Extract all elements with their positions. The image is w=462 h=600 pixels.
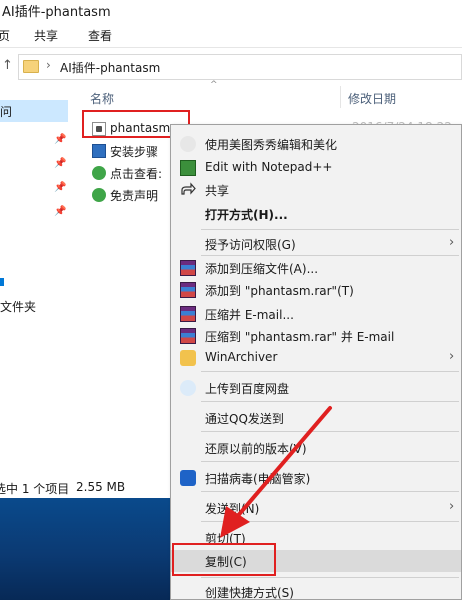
menu-item-send-qq[interactable]: 通过QQ发送到 <box>171 407 461 429</box>
title-bar: AI插件-phantasm <box>0 0 462 22</box>
menu-separator <box>201 491 459 492</box>
status-bar: 选中 1 个项目 2.55 MB <box>0 476 180 498</box>
menu-item-open-with[interactable]: 打开方式(H)... <box>171 203 461 225</box>
winarchiver-icon <box>180 350 196 366</box>
menu-item-label: WinArchiver <box>205 350 278 364</box>
column-header-name[interactable]: 名称 <box>90 90 114 107</box>
status-size: 2.55 MB <box>76 480 126 494</box>
url-icon <box>92 166 106 180</box>
url-icon <box>92 188 106 202</box>
winrar-icon <box>180 328 196 344</box>
menu-item-send-to[interactable]: 发送到(N) › <box>171 497 461 519</box>
pin-icon[interactable]: 📌 <box>54 206 66 217</box>
window-title: AI插件-phantasm <box>2 5 111 20</box>
menu-item-label: 压缩到 "phantasm.rar" 并 E-mail <box>205 330 395 344</box>
menu-item-label: 通过QQ发送到 <box>205 412 284 426</box>
menu-item-meitu[interactable]: 使用美图秀秀编辑和美化 <box>171 133 461 155</box>
menu-item-compress-email[interactable]: 压缩并 E-mail... <box>171 303 461 325</box>
tab-view[interactable]: 查看 <box>88 27 112 44</box>
menu-item-compress-rar-email[interactable]: 压缩到 "phantasm.rar" 并 E-mail <box>171 325 461 347</box>
menu-item-add-to-rar[interactable]: 添加到 "phantasm.rar"(T) <box>171 279 461 301</box>
tab-share[interactable]: 共享 <box>34 27 58 44</box>
column-divider[interactable] <box>340 86 341 108</box>
menu-item-label: 授予访问权限(G) <box>205 238 296 252</box>
file-name: 免责声明 <box>110 189 159 203</box>
nav-marker <box>0 278 4 286</box>
document-icon <box>92 144 106 158</box>
menu-item-notepad[interactable]: Edit with Notepad++ <box>171 157 461 179</box>
ribbon-tabs: 页 共享 查看 <box>0 22 462 48</box>
file-name: 点击查看: <box>110 167 163 181</box>
up-arrow-icon[interactable]: ↑ <box>2 58 13 73</box>
breadcrumb-path[interactable]: AI插件-phantasm <box>60 59 160 76</box>
nav-item-quick-access[interactable]: 问 <box>0 100 68 122</box>
winrar-icon <box>180 282 196 298</box>
menu-item-label: 使用美图秀秀编辑和美化 <box>205 138 338 152</box>
pin-icon[interactable]: 📌 <box>54 182 66 193</box>
submenu-arrow-icon: › <box>449 349 455 364</box>
menu-separator <box>201 371 459 372</box>
menu-item-virus-scan[interactable]: 扫描病毒(电脑管家) <box>171 467 461 489</box>
menu-item-label: 扫描病毒(电脑管家) <box>205 472 311 486</box>
menu-item-label: 发送到(N) <box>205 502 260 516</box>
menu-separator <box>201 401 459 402</box>
status-selection: 选中 1 个项目 <box>0 482 70 496</box>
winrar-icon <box>180 306 196 322</box>
menu-item-label: 压缩并 E-mail... <box>205 308 294 322</box>
menu-separator <box>201 461 459 462</box>
menu-item-label: 共享 <box>205 184 230 198</box>
breadcrumb-chevron-icon[interactable]: › <box>46 58 51 72</box>
context-menu: 使用美图秀秀编辑和美化 Edit with Notepad++ 共享 打开方式(… <box>170 124 462 600</box>
menu-separator <box>201 229 459 230</box>
share-icon <box>180 182 196 198</box>
address-field[interactable]: › AI插件-phantasm <box>18 54 462 80</box>
menu-item-label: 添加到 "phantasm.rar"(T) <box>205 284 354 298</box>
menu-separator <box>201 431 459 432</box>
nav-item-folder[interactable]: 文件夹 <box>0 298 36 315</box>
meitu-icon <box>180 136 196 152</box>
submenu-arrow-icon: › <box>449 499 455 514</box>
submenu-arrow-icon: › <box>449 235 455 250</box>
menu-item-create-shortcut[interactable]: 创建快捷方式(S) <box>171 581 461 600</box>
menu-separator <box>201 255 459 256</box>
pin-icon[interactable]: 📌 <box>54 134 66 145</box>
file-name: 安装步骤 <box>110 145 159 159</box>
notepad-icon <box>180 160 196 176</box>
menu-item-label: 上传到百度网盘 <box>205 382 290 396</box>
nav-item-label: 问 <box>0 105 13 119</box>
menu-item-winarchiver[interactable]: WinArchiver › <box>171 347 461 369</box>
menu-item-grant-access[interactable]: 授予访问权限(G) › <box>171 233 461 255</box>
menu-item-share[interactable]: 共享 <box>171 179 461 201</box>
pin-icon[interactable]: 📌 <box>54 158 66 169</box>
baidu-cloud-icon <box>180 380 196 396</box>
menu-item-label: 创建快捷方式(S) <box>205 586 294 600</box>
menu-item-add-archive[interactable]: 添加到压缩文件(A)... <box>171 257 461 279</box>
shield-icon <box>180 470 196 486</box>
menu-item-baidu-upload[interactable]: 上传到百度网盘 <box>171 377 461 399</box>
menu-item-label: 添加到压缩文件(A)... <box>205 262 319 276</box>
menu-item-label: Edit with Notepad++ <box>205 160 333 174</box>
annotation-box-copy <box>172 543 276 576</box>
sort-caret-icon: ^ <box>210 80 218 90</box>
menu-separator <box>201 521 459 522</box>
winrar-icon <box>180 260 196 276</box>
address-bar: ↑ › AI插件-phantasm <box>0 54 462 80</box>
menu-separator <box>201 577 459 578</box>
menu-item-label: 打开方式(H)... <box>205 208 288 222</box>
tab-home[interactable]: 页 <box>0 27 10 44</box>
navigation-pane: 问 📌 📌 📌 📌 文件夹 <box>0 82 75 476</box>
menu-item-label: 还原以前的版本(V) <box>205 442 307 456</box>
folder-icon <box>23 60 39 73</box>
column-header-modified[interactable]: 修改日期 <box>348 90 396 107</box>
menu-item-restore-versions[interactable]: 还原以前的版本(V) <box>171 437 461 459</box>
